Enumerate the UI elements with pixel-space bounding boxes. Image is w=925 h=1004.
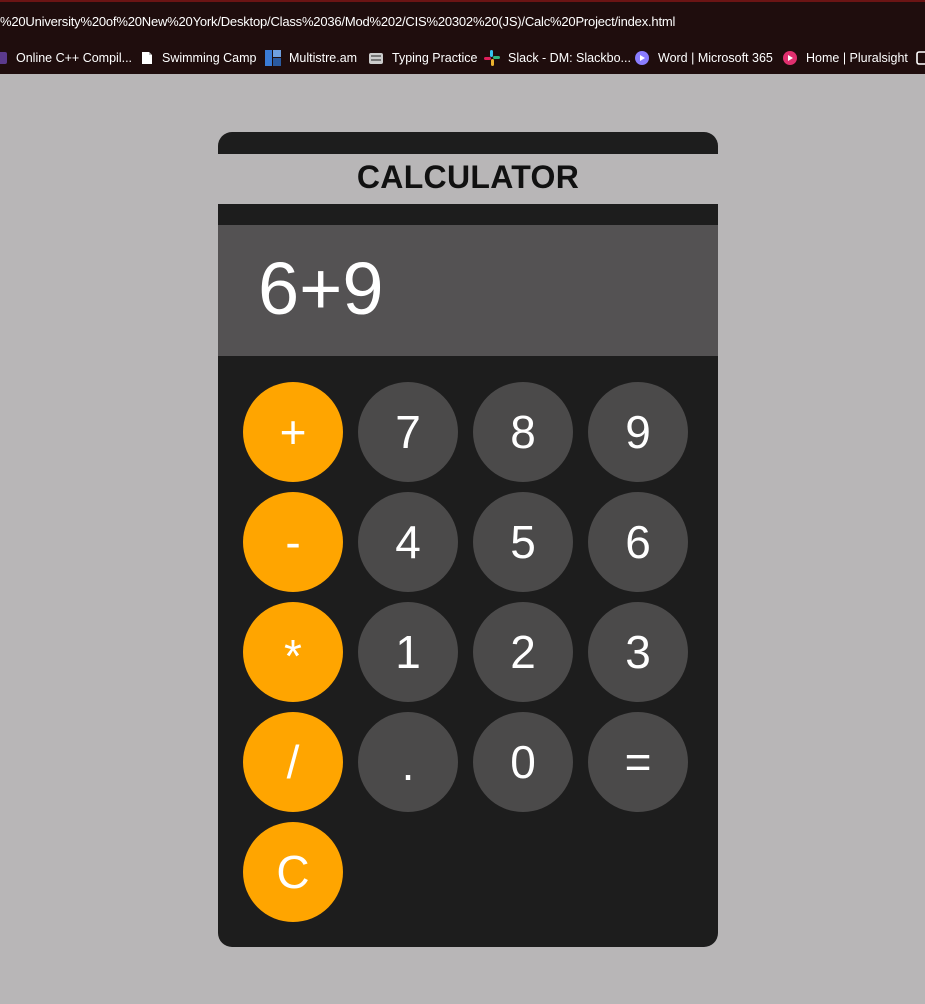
eight-button[interactable]: 8	[473, 382, 573, 482]
multiply-button[interactable]: *	[243, 602, 343, 702]
key-label: =	[624, 736, 652, 788]
bookmarks-bar: Online C++ Compil... Swimming Camp Multi…	[0, 42, 925, 74]
key-label: 9	[625, 406, 651, 458]
key-label: *	[284, 630, 302, 682]
bookmark-slack[interactable]: Slack - DM: Slackbo...	[484, 48, 631, 68]
bookmark-word[interactable]: Word | Microsoft 365	[634, 48, 773, 68]
bookmark-swimming-camp[interactable]: Swimming Camp	[140, 48, 256, 68]
six-button[interactable]: 6	[588, 492, 688, 592]
seven-button[interactable]: 7	[358, 382, 458, 482]
bookmark-online-compiler[interactable]: Online C++ Compil...	[0, 48, 132, 68]
word-icon	[635, 51, 649, 65]
five-button[interactable]: 5	[473, 492, 573, 592]
key-label: 2	[510, 626, 536, 678]
plus-button[interactable]: +	[243, 382, 343, 482]
key-label: 1	[395, 626, 421, 678]
bookmark-multistream[interactable]: Multistre.am	[265, 48, 357, 68]
browser-chrome: %20University%20of%20New%20York/Desktop/…	[0, 0, 925, 74]
key-label: .	[401, 738, 415, 790]
calculator-display: 6+9	[218, 225, 718, 356]
key-label: /	[286, 736, 300, 788]
compiler-icon	[0, 52, 7, 64]
clear-button[interactable]: C	[243, 822, 343, 922]
one-button[interactable]: 1	[358, 602, 458, 702]
key-label: 3	[625, 626, 651, 678]
bookmark-pluralsight[interactable]: Home | Pluralsight	[782, 48, 908, 68]
display-value: 6+9	[258, 247, 384, 330]
key-label: 0	[510, 736, 536, 788]
bookmark-overflow[interactable]	[916, 48, 925, 68]
two-button[interactable]: 2	[473, 602, 573, 702]
key-label: +	[279, 406, 307, 458]
document-icon	[142, 52, 152, 64]
bookmark-folder-icon	[916, 51, 925, 65]
equals-button[interactable]: =	[588, 712, 688, 812]
pluralsight-icon	[783, 51, 797, 65]
nine-button[interactable]: 9	[588, 382, 688, 482]
three-button[interactable]: 3	[588, 602, 688, 702]
address-url[interactable]: %20University%20of%20New%20York/Desktop/…	[0, 14, 675, 29]
zero-button[interactable]: 0	[473, 712, 573, 812]
key-label: 7	[395, 406, 421, 458]
key-label: -	[285, 516, 301, 568]
key-label: 5	[510, 516, 536, 568]
minus-button[interactable]: -	[243, 492, 343, 592]
slack-icon	[484, 50, 500, 66]
calculator: CALCULATOR 6+9 +7 8 9 - 4 5 6 * 1 2 3 /. 0 = C	[218, 132, 718, 947]
title-band: CALCULATOR	[218, 154, 718, 204]
typing-icon	[369, 53, 383, 64]
key-label: 6	[625, 516, 651, 568]
four-button[interactable]: 4	[358, 492, 458, 592]
key-label: C	[276, 846, 310, 898]
key-label: 4	[395, 516, 421, 568]
calculator-title: CALCULATOR	[356, 158, 580, 195]
key-label: 8	[510, 406, 536, 458]
divide-button[interactable]: /	[243, 712, 343, 812]
bookmark-typing-practice[interactable]: Typing Practice	[368, 48, 477, 68]
multistream-icon	[265, 50, 281, 66]
address-bar[interactable]: %20University%20of%20New%20York/Desktop/…	[0, 2, 925, 42]
decimal-button[interactable]: .	[358, 712, 458, 812]
